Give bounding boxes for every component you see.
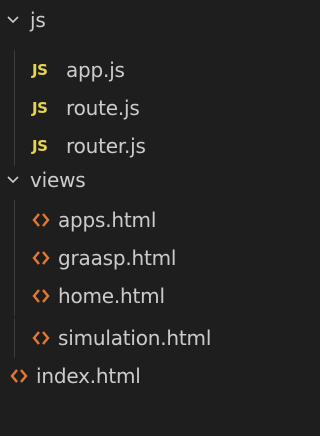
folder-js[interactable]: js [0,0,257,40]
file-item-app-js[interactable]: JS app.js [0,50,257,90]
file-label: apps.html [58,208,157,232]
file-item-home-html[interactable]: home.html [0,276,257,316]
file-item-simulation-html[interactable]: simulation.html [0,318,257,358]
html-file-icon [32,329,50,347]
js-file-icon: JS [32,137,48,155]
js-file-icon: JS [32,61,48,79]
file-item-index-html[interactable]: index.html [0,356,257,396]
file-label: router.js [66,134,146,158]
folder-views[interactable]: views [0,160,257,200]
file-explorer: js JS app.js JS route.js JS router.js vi… [0,0,257,436]
html-file-icon [32,249,50,267]
chevron-down-icon[interactable] [6,13,20,27]
file-item-apps-html[interactable]: apps.html [0,200,257,240]
file-label: route.js [66,96,140,120]
file-label: simulation.html [58,326,212,350]
html-file-icon [10,367,28,385]
folder-label: js [30,8,46,32]
file-item-route-js[interactable]: JS route.js [0,88,257,128]
file-label: home.html [58,284,165,308]
js-file-icon: JS [32,99,48,117]
html-file-icon [32,211,50,229]
file-label: app.js [66,58,125,82]
file-label: index.html [36,364,141,388]
folder-label: views [30,168,86,192]
file-item-graasp-html[interactable]: graasp.html [0,238,257,278]
chevron-down-icon[interactable] [6,173,20,187]
file-label: graasp.html [58,246,177,270]
html-file-icon [32,287,50,305]
